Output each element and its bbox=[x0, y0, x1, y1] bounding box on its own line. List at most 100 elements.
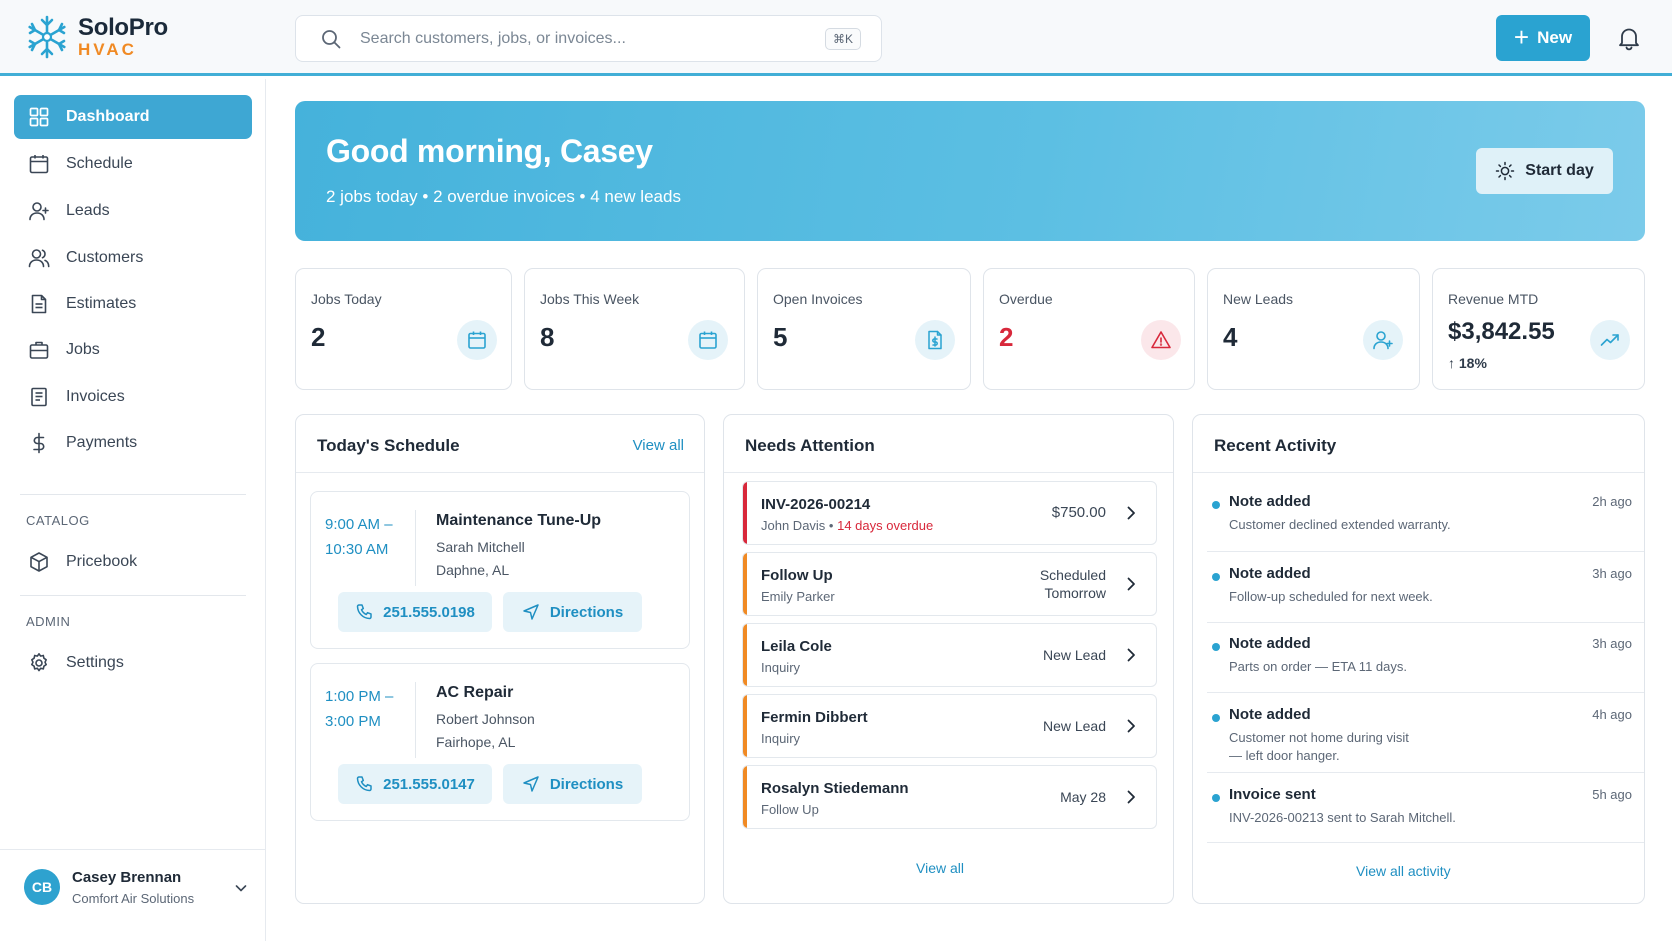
trending-up-icon bbox=[1590, 320, 1630, 360]
chevron-down-icon[interactable] bbox=[233, 880, 249, 896]
schedule-job[interactable]: 1:00 PM – 3:00 PM AC Repair Robert Johns… bbox=[310, 663, 690, 821]
search-icon bbox=[322, 29, 341, 48]
navigation-icon bbox=[523, 604, 539, 620]
sidebar-item-dashboard[interactable]: Dashboard bbox=[14, 95, 252, 139]
activity-item[interactable]: Invoice sent INV-2026-00213 sent to Sara… bbox=[1207, 786, 1644, 843]
attention-sub: Inquiry bbox=[761, 731, 801, 746]
schedule-view-all-link[interactable]: View all bbox=[633, 437, 684, 454]
attention-item[interactable]: Follow Up Emily Parker Scheduled Tomorrow bbox=[742, 552, 1157, 616]
activity-dot bbox=[1212, 714, 1220, 722]
phone-number: 251.555.0147 bbox=[383, 775, 475, 793]
directions-button[interactable]: Directions bbox=[503, 592, 642, 632]
needs-attention-card: Needs Attention INV-2026-00214 John Davi… bbox=[723, 414, 1174, 904]
chevron-right-icon bbox=[1127, 648, 1135, 662]
activity-item[interactable]: Note added Customer not home during visi… bbox=[1207, 706, 1644, 773]
directions-button[interactable]: Directions bbox=[503, 764, 642, 804]
sidebar-item-pricebook[interactable]: Pricebook bbox=[14, 540, 252, 584]
sidebar-item-estimates[interactable]: Estimates bbox=[14, 282, 252, 326]
attention-meta: May 28 bbox=[1060, 766, 1106, 828]
sidebar-item-payments[interactable]: Payments bbox=[14, 421, 252, 465]
status-bar bbox=[743, 624, 747, 686]
stat-card-jobs-today[interactable]: Jobs Today 2 bbox=[295, 268, 512, 390]
stat-value: 8 bbox=[540, 322, 555, 352]
stat-value: 2 bbox=[999, 322, 1014, 352]
schedule-job[interactable]: 9:00 AM – 10:30 AM Maintenance Tune-Up S… bbox=[310, 491, 690, 649]
sidebar-item-settings[interactable]: Settings bbox=[14, 641, 252, 685]
sidebar-item-leads[interactable]: Leads bbox=[14, 189, 252, 233]
activity-dot bbox=[1212, 501, 1220, 509]
logo[interactable]: SoloPro HVAC bbox=[24, 14, 168, 60]
bell-icon[interactable] bbox=[1616, 25, 1642, 51]
activity-item[interactable]: Note added Parts on order — ETA 11 days.… bbox=[1207, 635, 1644, 693]
activity-desc: Customer declined extended warranty. bbox=[1229, 517, 1451, 532]
sidebar-item-label: Invoices bbox=[66, 388, 125, 405]
activity-desc: Follow-up scheduled for next week. bbox=[1229, 589, 1433, 604]
attention-item[interactable]: Fermin Dibbert Inquiry New Lead bbox=[742, 694, 1157, 758]
directions-label: Directions bbox=[549, 775, 624, 793]
users-icon bbox=[28, 249, 50, 268]
attention-meta: $750.00 bbox=[1052, 482, 1106, 544]
call-button[interactable]: 251.555.0147 bbox=[338, 764, 492, 804]
recent-activity-card: Recent Activity Note added Customer decl… bbox=[1192, 414, 1645, 904]
attention-title: Fermin Dibbert bbox=[761, 709, 868, 726]
sidebar-item-jobs[interactable]: Jobs bbox=[14, 328, 252, 372]
job-city: Daphne, AL bbox=[436, 562, 510, 578]
attention-item[interactable]: Rosalyn Stiedemann Follow Up May 28 bbox=[742, 765, 1157, 829]
user-profile[interactable]: CB Casey Brennan Comfort Air Solutions bbox=[0, 849, 265, 941]
dollar-icon bbox=[33, 432, 45, 454]
new-button[interactable]: + New bbox=[1496, 15, 1590, 61]
brand-name: SoloPro bbox=[78, 14, 168, 41]
stat-card-revenue-mtd[interactable]: Revenue MTD $3,842.55 ↑ 18% bbox=[1432, 268, 1645, 390]
activity-time: 3h ago bbox=[1592, 636, 1632, 651]
activity-time: 5h ago bbox=[1592, 787, 1632, 802]
stat-label: New Leads bbox=[1223, 291, 1294, 307]
start-day-label: Start day bbox=[1525, 162, 1594, 179]
start-day-button[interactable]: Start day bbox=[1476, 148, 1613, 194]
attention-meta: Scheduled Tomorrow bbox=[1040, 553, 1106, 615]
activity-title: Invoice sent bbox=[1229, 786, 1316, 803]
attention-item[interactable]: INV-2026-00214 John Davis • 14 days over… bbox=[742, 481, 1157, 545]
attention-view-all-link[interactable]: View all bbox=[916, 860, 964, 876]
box-icon bbox=[30, 552, 48, 572]
search-shortcut-badge: ⌘K bbox=[824, 28, 861, 50]
activity-item[interactable]: Note added Customer declined extended wa… bbox=[1207, 493, 1644, 552]
invoice-dollar-icon bbox=[915, 320, 955, 360]
todays-schedule-card: Today's Schedule View all 9:00 AM – 10:3… bbox=[295, 414, 705, 904]
activity-title: Note added bbox=[1229, 493, 1311, 510]
activity-title: Note added bbox=[1229, 706, 1311, 723]
stat-card-overdue[interactable]: Overdue 2 bbox=[983, 268, 1195, 390]
activity-dot bbox=[1212, 643, 1220, 651]
phone-number: 251.555.0198 bbox=[383, 603, 475, 621]
user-plus-icon bbox=[29, 202, 49, 221]
attention-item[interactable]: Leila Cole Inquiry New Lead bbox=[742, 623, 1157, 687]
activity-dot bbox=[1212, 794, 1220, 802]
call-button[interactable]: 251.555.0198 bbox=[338, 592, 492, 632]
sidebar-item-customers[interactable]: Customers bbox=[14, 236, 252, 280]
new-button-label: New bbox=[1537, 28, 1573, 47]
sidebar-item-schedule[interactable]: Schedule bbox=[14, 142, 252, 186]
search-bar[interactable]: ⌘K bbox=[295, 15, 882, 62]
stat-label: Open Invoices bbox=[773, 291, 863, 307]
alert-triangle-icon bbox=[1141, 320, 1181, 360]
attention-sub: Emily Parker bbox=[761, 589, 835, 604]
stat-card-jobs-week[interactable]: Jobs This Week 8 bbox=[524, 268, 745, 390]
greeting-summary: 2 jobs today • 2 overdue invoices • 4 ne… bbox=[326, 187, 681, 206]
document-icon bbox=[31, 294, 47, 314]
job-time-end: 10:30 AM bbox=[325, 541, 389, 558]
activity-desc: Parts on order — ETA 11 days. bbox=[1229, 659, 1407, 674]
invoice-icon bbox=[31, 387, 47, 407]
stat-value: 2 bbox=[311, 322, 326, 352]
chevron-right-icon bbox=[1127, 577, 1135, 591]
activity-title: Note added bbox=[1229, 635, 1311, 652]
activity-item[interactable]: Note added Follow-up scheduled for next … bbox=[1207, 565, 1644, 623]
job-time: 9:00 AM – 10:30 AM bbox=[325, 512, 393, 562]
stat-card-open-invoices[interactable]: Open Invoices 5 bbox=[757, 268, 971, 390]
stat-card-new-leads[interactable]: New Leads 4 bbox=[1207, 268, 1420, 390]
activity-desc: Customer not home during visit — left do… bbox=[1229, 729, 1529, 765]
search-input[interactable] bbox=[360, 29, 800, 48]
sidebar-item-label: Estimates bbox=[66, 295, 137, 312]
view-all-activity-link[interactable]: View all activity bbox=[1356, 863, 1451, 879]
sidebar-item-invoices[interactable]: Invoices bbox=[14, 375, 252, 419]
stat-value: $3,842.55 bbox=[1448, 318, 1555, 345]
status-bar bbox=[743, 482, 747, 544]
